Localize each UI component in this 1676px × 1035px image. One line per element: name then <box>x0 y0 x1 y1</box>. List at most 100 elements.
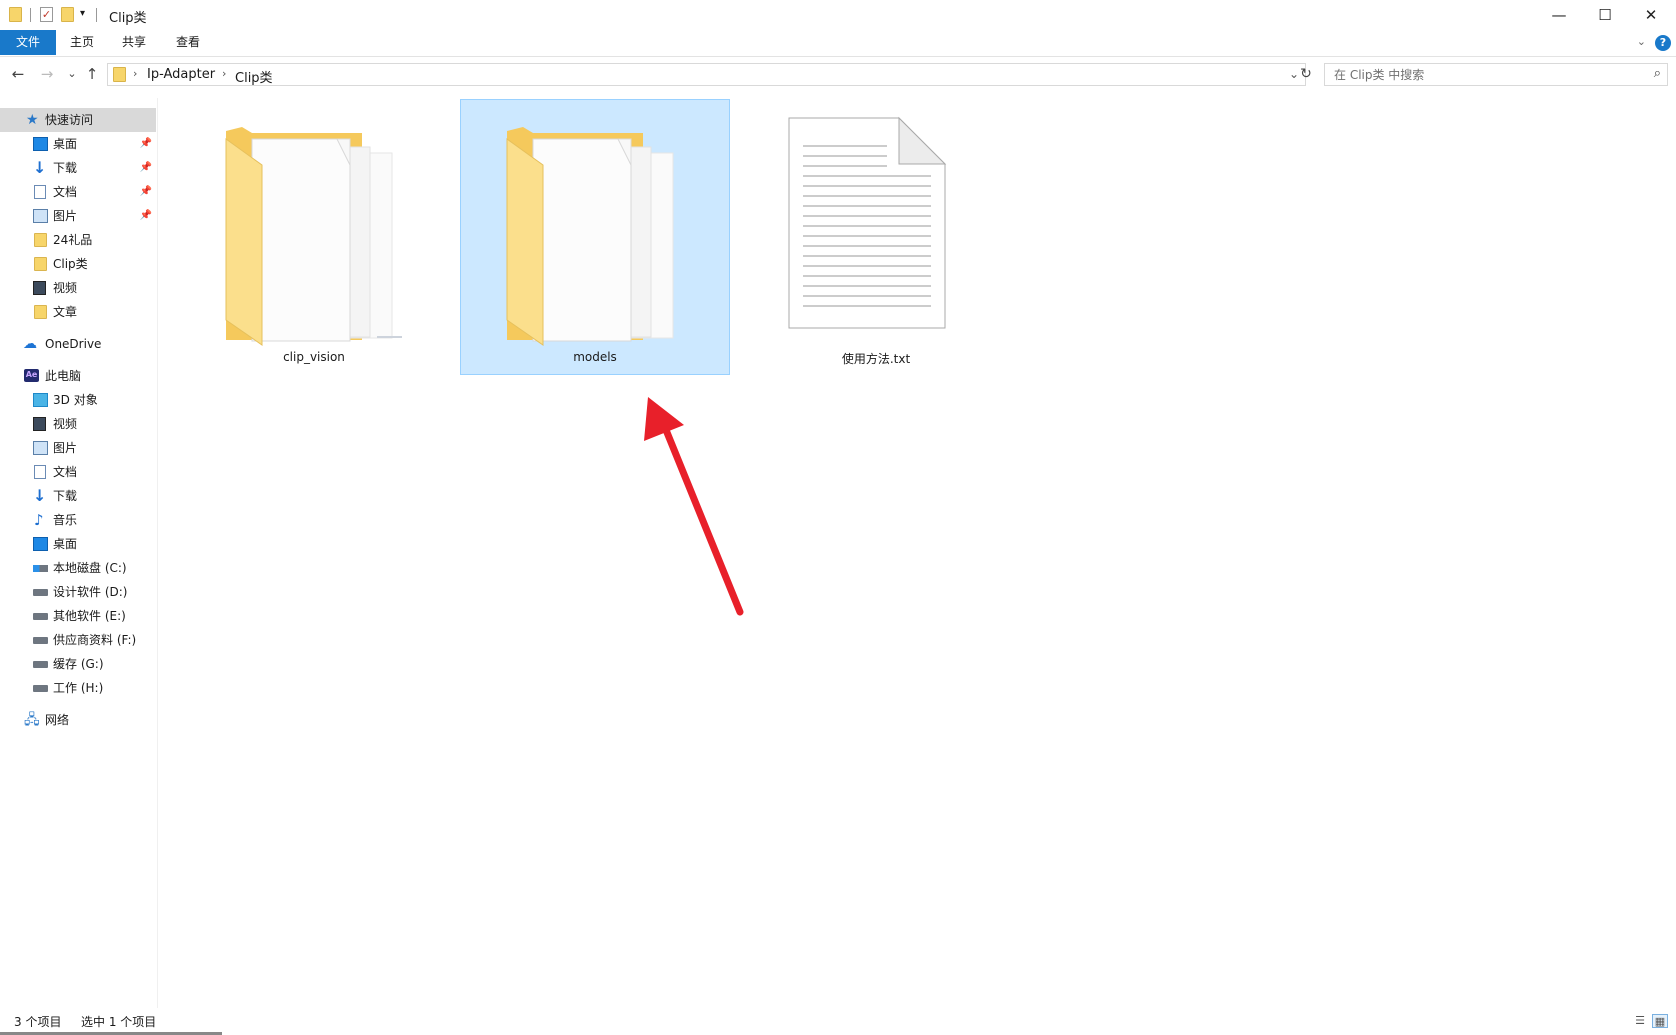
star-icon: ★ <box>26 112 39 128</box>
sidebar-item-pictures[interactable]: 图片 <box>0 436 156 460</box>
large-icons-view-icon[interactable]: ▦ <box>1652 1014 1668 1028</box>
sidebar-item-label: 本地磁盘 (C:) <box>53 561 127 575</box>
text-file-icon <box>788 116 947 329</box>
sidebar-item-videos[interactable]: 视频 <box>0 276 156 300</box>
forward-button[interactable]: → <box>37 64 57 84</box>
document-icon <box>34 185 46 199</box>
tab-home[interactable]: 主页 <box>60 30 104 55</box>
sidebar-item-this-pc[interactable]: Ae 此电脑 <box>0 364 156 388</box>
ribbon-tabs: 文件 主页 共享 查看 ⌄ ? <box>0 30 1676 57</box>
sidebar-item-quick-access[interactable]: ★ 快速访问 <box>0 108 156 132</box>
help-icon[interactable]: ? <box>1655 35 1671 51</box>
video-icon <box>33 417 46 431</box>
file-item-usage-txt[interactable]: 使用方法.txt <box>741 99 1011 375</box>
sidebar-item-label: 文章 <box>53 305 78 319</box>
sidebar-item-drive-d[interactable]: 设计软件 (D:) <box>0 580 156 604</box>
chevron-right-icon[interactable]: › <box>133 67 137 80</box>
file-item-clip-vision[interactable]: clip_vision <box>179 99 449 375</box>
sidebar-item-label: 3D 对象 <box>53 393 98 407</box>
sidebar-item-desktop[interactable]: 桌面 <box>0 532 156 556</box>
expand-ribbon-icon[interactable]: ⌄ <box>1637 35 1646 48</box>
refresh-button[interactable]: ↻ <box>1296 63 1316 86</box>
new-folder-icon[interactable] <box>61 7 74 22</box>
sidebar-item-desktop[interactable]: 桌面 📌 <box>0 132 156 156</box>
sidebar-item-drive-f[interactable]: 供应商资料 (F:) <box>0 628 156 652</box>
search-icon[interactable]: ⌕ <box>1654 66 1661 81</box>
chevron-right-icon[interactable]: › <box>222 67 226 80</box>
search-box[interactable]: ⌕ <box>1324 63 1668 86</box>
sidebar-item-drive-h[interactable]: 工作 (H:) <box>0 676 156 700</box>
details-view-icon[interactable]: ☰ <box>1632 1014 1648 1028</box>
address-bar[interactable]: › Ip-Adapter › Clip类 ⌄ <box>107 63 1306 86</box>
sidebar-item-articles[interactable]: 文章 <box>0 300 156 324</box>
close-button[interactable]: ✕ <box>1628 0 1674 30</box>
pin-icon[interactable]: 📌 <box>140 180 152 204</box>
sidebar-item-label: 设计软件 (D:) <box>53 585 128 599</box>
sidebar-item-videos[interactable]: 视频 <box>0 412 156 436</box>
sidebar-item-label: OneDrive <box>45 337 102 351</box>
minimize-button[interactable]: — <box>1536 0 1582 30</box>
customize-toolbar-button[interactable]: ▾ <box>80 8 85 19</box>
pc-icon: Ae <box>24 369 39 382</box>
pin-icon[interactable]: 📌 <box>140 132 152 156</box>
file-name: 使用方法.txt <box>841 352 911 366</box>
sidebar-item-drive-g[interactable]: 缓存 (G:) <box>0 652 156 676</box>
download-icon: ↓ <box>33 486 47 505</box>
sidebar-item-pictures[interactable]: 图片 📌 <box>0 204 156 228</box>
maximize-button[interactable]: ☐ <box>1582 0 1628 30</box>
sidebar-item-downloads[interactable]: ↓ 下载 <box>0 484 156 508</box>
status-bar: 3 个项目 选中 1 个项目 ☰ ▦ <box>0 1008 1676 1035</box>
pin-icon[interactable]: 📌 <box>140 156 152 180</box>
sidebar-item-label: 工作 (H:) <box>53 681 104 695</box>
drive-icon <box>33 685 48 692</box>
sidebar-item-documents[interactable]: 文档 <box>0 460 156 484</box>
search-input[interactable] <box>1334 64 1634 85</box>
window-title: Clip类 <box>109 11 147 26</box>
tab-file[interactable]: 文件 <box>0 30 56 55</box>
folder-icon <box>9 7 22 22</box>
sidebar-item-label: 网络 <box>45 713 70 727</box>
tab-share[interactable]: 共享 <box>112 30 156 55</box>
recent-locations-button[interactable]: ⌄ <box>62 64 82 84</box>
sidebar-item-label: 桌面 <box>53 537 78 551</box>
sidebar-item-label: 此电脑 <box>45 369 82 383</box>
drive-icon <box>33 637 48 644</box>
network-icon: 🖧 <box>24 712 40 728</box>
up-button[interactable]: ↑ <box>82 64 102 84</box>
sidebar-item-label: 文档 <box>53 185 78 199</box>
navigation-pane: ★ 快速访问 桌面 📌 ↓ 下载 📌 文档 📌 图片 📌 24礼品 Clip类 … <box>0 98 158 1008</box>
sidebar-item-drive-c[interactable]: 本地磁盘 (C:) <box>0 556 156 580</box>
sidebar-item-label: 下载 <box>53 489 78 503</box>
sidebar-item-label: 缓存 (G:) <box>53 657 104 671</box>
sidebar-item-label: 视频 <box>53 417 78 431</box>
breadcrumb-current[interactable]: Clip类 <box>235 67 273 86</box>
pin-icon[interactable]: 📌 <box>140 204 152 228</box>
properties-icon[interactable]: ✓ <box>40 7 53 22</box>
sidebar-item-label: 快速访问 <box>45 113 94 127</box>
file-item-models[interactable]: models <box>460 99 730 375</box>
folder-icon <box>225 127 402 346</box>
sidebar-item-onedrive[interactable]: ☁ OneDrive <box>0 332 156 356</box>
3d-objects-icon <box>33 393 48 407</box>
back-button[interactable]: ← <box>8 64 28 84</box>
folder-icon <box>34 233 47 247</box>
sidebar-item-music[interactable]: ♪ 音乐 <box>0 508 156 532</box>
file-list[interactable]: clip_vision models 使用方法.txt <box>159 92 1676 1008</box>
item-count: 3 个项目 <box>14 1015 62 1029</box>
divider <box>30 8 31 22</box>
sidebar-item-network[interactable]: 🖧 网络 <box>0 708 156 732</box>
video-icon <box>33 281 46 295</box>
sidebar-item-3d-objects[interactable]: 3D 对象 <box>0 388 156 412</box>
breadcrumb-ip-adapter[interactable]: Ip-Adapter <box>147 67 215 82</box>
sidebar-item-documents[interactable]: 文档 📌 <box>0 180 156 204</box>
sidebar-item-drive-e[interactable]: 其他软件 (E:) <box>0 604 156 628</box>
document-icon <box>34 465 46 479</box>
tab-view[interactable]: 查看 <box>166 30 210 55</box>
sidebar-item-clip[interactable]: Clip类 <box>0 252 156 276</box>
sidebar-item-label: 其他软件 (E:) <box>53 609 126 623</box>
sidebar-item-24gifts[interactable]: 24礼品 <box>0 228 156 252</box>
sidebar-item-downloads[interactable]: ↓ 下载 📌 <box>0 156 156 180</box>
sidebar-item-label: 图片 <box>53 441 78 455</box>
file-name: models <box>573 350 617 364</box>
folder-icon <box>113 67 126 82</box>
